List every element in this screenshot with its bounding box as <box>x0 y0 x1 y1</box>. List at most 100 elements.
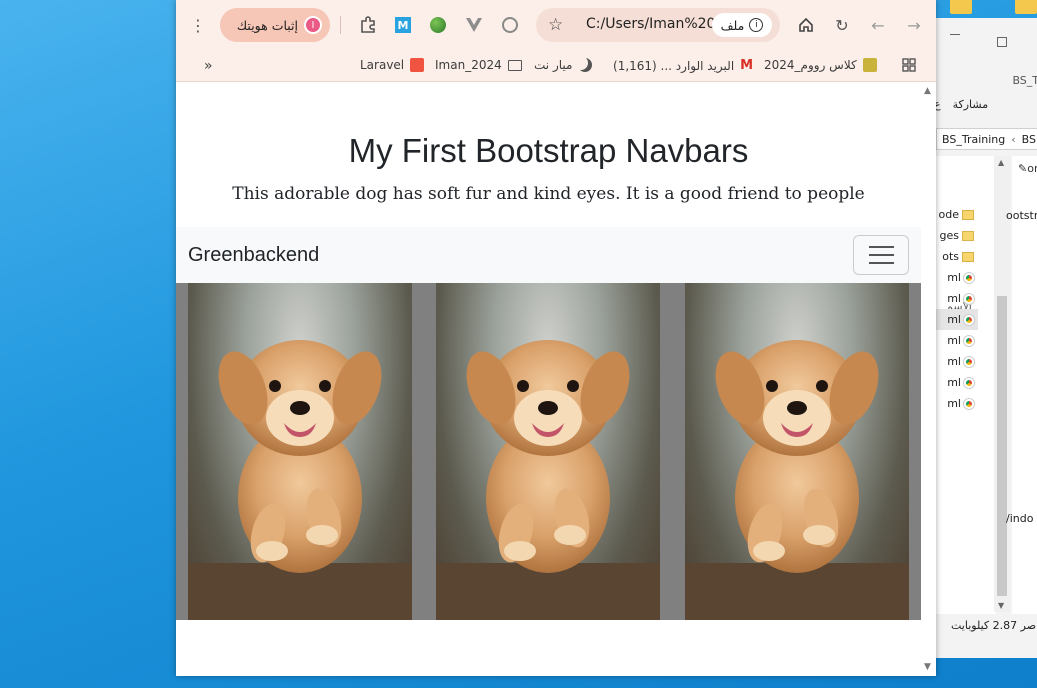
profile-avatar-icon: I <box>304 16 322 34</box>
scroll-down-icon[interactable]: ▼ <box>924 662 931 672</box>
file-row[interactable]: ges <box>936 225 978 246</box>
file-row[interactable]: ots <box>936 246 978 267</box>
desktop-folder-icon[interactable] <box>1015 0 1037 14</box>
file-explorer-window: BS_T ع مشاركة BS_Training ‹ BS الاسم ode… <box>934 18 1037 658</box>
file-row[interactable]: ml <box>936 372 978 393</box>
scroll-up-icon[interactable]: ▲ <box>924 86 931 96</box>
ribbon-tab-share[interactable]: مشاركة <box>953 98 989 120</box>
profile-label: إثبات هويتك <box>236 17 298 33</box>
devtools-extension-icon[interactable] <box>496 11 524 39</box>
breadcrumb-item[interactable]: BS <box>1022 133 1036 146</box>
info-icon: i <box>749 18 764 32</box>
file-name: ode <box>938 208 959 221</box>
explorer-scrollbar[interactable]: ▲ ▼ <box>994 156 1010 612</box>
file-row-selected[interactable]: ml <box>936 309 978 330</box>
image-gallery <box>176 283 921 620</box>
browser-toolbar: ⋮ إثبات هويتك I M ☆ C:/Users/Iman%20... … <box>176 0 936 50</box>
explorer-file-list: الاسم ode ges ots ml ml ml ml ml ml ml <box>936 156 996 614</box>
explorer-address-bar[interactable]: BS_Training ‹ BS <box>936 128 1037 150</box>
moon-icon <box>578 58 592 72</box>
page-scrollbar[interactable]: ▲ ▼ <box>921 82 936 676</box>
more-bookmarks-icon[interactable]: » <box>204 58 213 74</box>
address-bar[interactable]: ☆ C:/Users/Iman%20... ملف i <box>536 8 780 42</box>
status-size: 2.87 كيلوبايت <box>951 619 1018 632</box>
browser-window: ⋮ إثبات هويتك I M ☆ C:/Users/Iman%20... … <box>176 0 936 676</box>
more-menu-icon[interactable]: ⋮ <box>184 11 212 39</box>
bookmark-item[interactable]: Laravel <box>360 58 425 72</box>
explorer-ribbon: ع مشاركة <box>934 98 1037 120</box>
file-row[interactable]: ml <box>936 288 978 309</box>
folder-icon <box>962 251 974 262</box>
explorer-status-bar: صر 2.87 كيلوبايت <box>951 619 1036 632</box>
file-name: ml <box>947 355 961 368</box>
page-title: My First Bootstrap Navbars <box>348 132 749 169</box>
bookmark-item[interactable]: Iman_2024 <box>435 58 522 72</box>
page-header: My First Bootstrap Navbars This adorable… <box>176 82 921 204</box>
laravel-icon <box>410 58 425 72</box>
explorer-details-pane: ✎or ootstra ي /indo <box>1006 156 1037 614</box>
detail-text: ootstra <box>1006 209 1037 222</box>
chrome-file-icon <box>964 356 974 367</box>
status-prefix: صر <box>1020 619 1037 632</box>
page-viewport: My First Bootstrap Navbars This adorable… <box>176 82 936 676</box>
bookmark-item[interactable]: ميار نت <box>534 58 592 72</box>
bookmark-label: البريد الوارد ... (1,161) <box>613 58 735 73</box>
folder-icon <box>507 59 522 71</box>
hamburger-icon-line <box>868 246 894 248</box>
puppy-image <box>188 283 412 620</box>
extensions-icon[interactable] <box>354 11 382 39</box>
home-icon[interactable] <box>792 11 820 39</box>
globe-extension-icon[interactable] <box>424 11 452 39</box>
file-name: ml <box>947 334 961 347</box>
file-name: ml <box>947 313 961 326</box>
scroll-down-icon[interactable]: ▼ <box>998 601 1004 610</box>
url-text[interactable]: C:/Users/Iman%20... <box>586 16 729 32</box>
detail-text: or <box>1027 162 1037 175</box>
folder-icon <box>962 209 974 220</box>
chrome-file-icon <box>964 335 974 346</box>
breadcrumb-item[interactable]: BS_Training <box>942 133 1005 146</box>
profile-button[interactable]: إثبات هويتك I <box>220 8 330 42</box>
navbar: Greenbackend <box>176 227 921 283</box>
chrome-file-icon <box>964 398 974 409</box>
chrome-file-icon <box>964 293 974 304</box>
file-row[interactable]: ml <box>936 330 978 351</box>
navbar-toggler-button[interactable] <box>853 235 909 275</box>
vue-extension-icon[interactable] <box>460 11 488 39</box>
page-subtitle: This adorable dog has soft fur and kind … <box>232 184 865 204</box>
pin-icon: ✎or <box>1018 162 1037 175</box>
bookmark-star-icon[interactable]: ☆ <box>548 15 563 35</box>
bookmarks-bar: » Laravel Iman_2024 ميار نت البريد الوار… <box>176 50 936 82</box>
puppy-image <box>685 283 909 620</box>
maximize-icon[interactable] <box>997 37 1007 47</box>
file-row[interactable]: ml <box>936 393 978 414</box>
file-row[interactable]: ml <box>936 351 978 372</box>
forward-arrow-icon[interactable]: → <box>900 11 928 39</box>
classroom-icon <box>862 58 877 72</box>
scrollbar-thumb[interactable] <box>997 296 1007 596</box>
file-name: ml <box>947 376 961 389</box>
minimize-icon[interactable] <box>950 34 960 35</box>
bookmark-label: Iman_2024 <box>435 58 502 72</box>
scroll-up-icon[interactable]: ▲ <box>998 158 1004 167</box>
file-row[interactable]: ml <box>936 267 978 288</box>
desktop-folder-icon[interactable] <box>950 0 972 14</box>
folder-icon <box>962 230 974 241</box>
file-name: ml <box>947 397 961 410</box>
chevron-left-icon: ‹ <box>1011 132 1016 146</box>
back-arrow-icon[interactable]: ← <box>864 11 892 39</box>
file-row[interactable]: ode <box>936 204 978 225</box>
navbar-brand[interactable]: Greenbackend <box>188 244 319 267</box>
bookmark-label: ميار نت <box>534 58 573 72</box>
bookmark-item[interactable]: كلاس رووم_2024 <box>764 58 877 72</box>
file-name: ml <box>947 271 961 284</box>
chrome-file-icon <box>964 377 974 388</box>
bookmark-label: Laravel <box>360 58 405 72</box>
site-info-chip[interactable]: ملف i <box>712 13 772 37</box>
bookmark-item[interactable]: البريد الوارد ... (1,161) M <box>613 58 753 73</box>
reload-icon[interactable]: ↻ <box>828 11 856 39</box>
maxthon-extension-icon[interactable]: M <box>389 11 417 39</box>
apps-grid-icon[interactable] <box>902 58 916 72</box>
chip-label: ملف <box>720 17 745 33</box>
file-name: ges <box>939 229 959 242</box>
